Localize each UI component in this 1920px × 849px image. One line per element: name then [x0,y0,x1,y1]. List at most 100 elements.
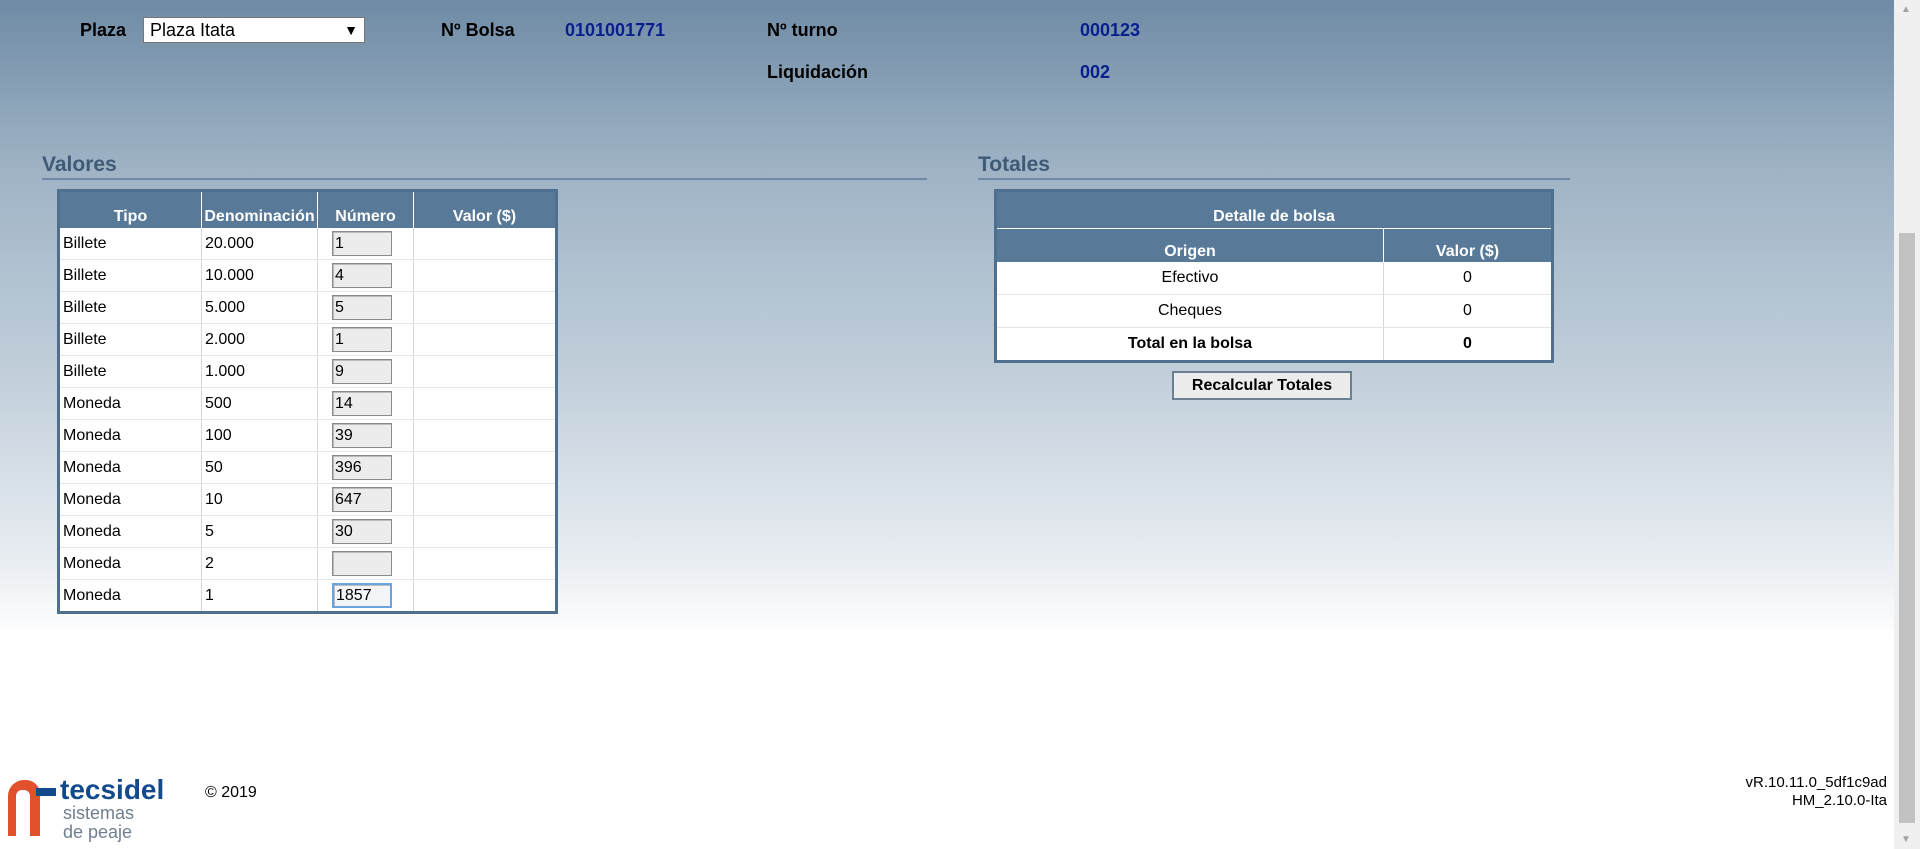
denominacion-cell: 2 [201,547,318,580]
valor-cell [413,547,557,580]
scroll-up-icon[interactable]: ▲ [1901,4,1911,15]
detalle-title: Detalle de bolsa [995,190,1553,229]
numero-input[interactable] [332,391,392,416]
numero-input[interactable] [332,519,392,544]
plaza-label: Plaza [80,20,127,40]
tipo-cell: Billete [58,355,202,388]
numero-input[interactable] [332,551,392,576]
valores-row: Billete 2.000 [58,323,557,356]
valores-header-row: Tipo Denominación Número Valor ($) [58,190,557,228]
valores-row: Moneda 50 [58,451,557,484]
numero-cell [317,387,414,420]
numero-cell [317,323,414,356]
denominacion-cell: 10.000 [201,259,318,292]
valores-title: Valores [42,153,117,176]
totales-table: Detalle de bolsa Origen Valor ($) Efecti… [994,189,1554,363]
valores-row: Billete 20.000 [58,228,557,260]
numero-input[interactable] [332,487,392,512]
denominacion-cell: 1.000 [201,355,318,388]
origen-cell: Cheques [995,294,1384,328]
tipo-cell: Billete [58,228,202,260]
valores-row: Moneda 100 [58,419,557,452]
total-label: Total en la bolsa [995,327,1384,362]
valores-row: Moneda 5 [58,515,557,548]
bolsa-label: Nº Bolsa [441,20,515,40]
numero-cell [317,483,414,516]
numero-cell [317,451,414,484]
denominacion-cell: 20.000 [201,228,318,260]
brand-subtitle: sistemas de peaje [63,804,134,842]
scroll-down-icon[interactable]: ▼ [1901,834,1911,845]
numero-input[interactable] [332,231,392,256]
numero-input[interactable] [332,327,392,352]
numero-cell [317,291,414,324]
numero-input[interactable] [332,263,392,288]
vertical-scrollbar[interactable]: ▲ ▼ [1894,0,1920,849]
col-origen: Origen [995,228,1384,262]
numero-cell [317,515,414,548]
tipo-cell: Moneda [58,451,202,484]
total-value: 0 [1383,327,1553,362]
numero-cell [317,355,414,388]
valor-cell [413,291,557,324]
valor-cell [413,259,557,292]
tecsidel-logo-icon [8,780,56,836]
brand-sub-line1: sistemas [63,803,135,823]
denominacion-cell: 5.000 [201,291,318,324]
denominacion-cell: 5 [201,515,318,548]
valores-divider [42,178,927,180]
numero-input[interactable] [332,359,392,384]
tipo-cell: Moneda [58,579,202,613]
valor-cell [413,387,557,420]
brand-sub-line2: de peaje [63,822,133,842]
numero-input[interactable] [332,295,392,320]
valores-row: Billete 10.000 [58,259,557,292]
valor-cell [413,228,557,260]
valores-body: Billete20.000Billete10.000Billete5.000Bi… [58,228,557,613]
valor-cell [413,355,557,388]
totales-divider [978,178,1570,180]
version-line1: vR.10.11.0_5df1c9ad [1745,774,1888,791]
recalcular-totales-button[interactable]: Recalcular Totales [1172,371,1352,400]
col-numero: Número [317,190,414,228]
plaza-select[interactable]: Plaza Itata ▼ [143,17,365,43]
valor-cell [413,483,557,516]
valores-row: Moneda 500 [58,387,557,420]
turno-value: 000123 [1080,20,1141,40]
dropdown-arrow-icon[interactable]: ▼ [344,18,358,42]
valores-table: Tipo Denominación Número Valor ($) Bille… [57,189,558,614]
valores-row: Moneda 1 [58,579,557,613]
numero-cell [317,547,414,580]
valores-row: Billete 1.000 [58,355,557,388]
numero-input[interactable] [332,583,392,608]
turno-label: Nº turno [767,20,838,40]
valor-cell [413,515,557,548]
valor-cell [413,579,557,613]
denominacion-cell: 500 [201,387,318,420]
scroll-thumb[interactable] [1899,233,1915,823]
tipo-cell: Moneda [58,483,202,516]
numero-cell [317,579,414,613]
valor-cell [413,451,557,484]
numero-cell [317,419,414,452]
denominacion-cell: 1 [201,579,318,613]
numero-input[interactable] [332,423,392,448]
valor-cell: 0 [1383,294,1553,328]
valores-row: Moneda 2 [58,547,557,580]
totales-row: Efectivo 0 [995,262,1553,295]
tipo-cell: Moneda [58,419,202,452]
tipo-cell: Moneda [58,547,202,580]
denominacion-cell: 2.000 [201,323,318,356]
tipo-cell: Moneda [58,515,202,548]
tipo-cell: Billete [58,259,202,292]
liquidacion-label: Liquidación [767,62,868,82]
brand-name: tecsidel [60,774,165,805]
valor-cell [413,323,557,356]
numero-input[interactable] [332,455,392,480]
valor-cell: 0 [1383,262,1553,295]
totales-total-row: Total en la bolsa 0 [995,327,1553,362]
bolsa-value: 0101001771 [565,20,666,40]
denominacion-cell: 50 [201,451,318,484]
col-denominacion: Denominación [201,190,318,228]
liquidacion-value: 002 [1080,62,1111,82]
